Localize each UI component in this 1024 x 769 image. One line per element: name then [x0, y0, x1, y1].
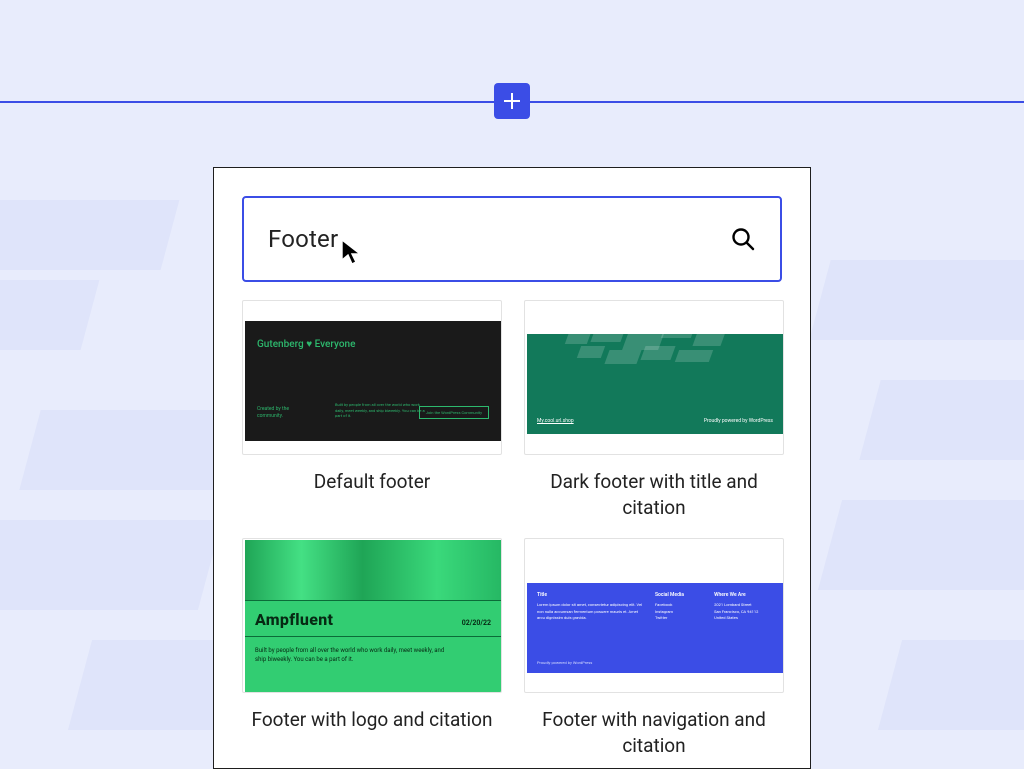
thumb-button: Join the WordPress Community: [419, 406, 489, 419]
thumb-desc: Built by people from all over the world …: [335, 402, 425, 419]
pattern-thumbnail: My.cool.url.shop Proudly powered by Word…: [524, 300, 784, 455]
thumb-col1-body: Lorem ipsum dolor sit amet, consectetur …: [537, 602, 645, 621]
pattern-card-default-footer[interactable]: Gutenberg ♥ Everyone Created by the comm…: [242, 300, 502, 520]
thumb-col3-heading: Where We Are: [714, 591, 773, 599]
thumb-col2-heading: Social Media: [655, 591, 704, 599]
pattern-card-label: Dark footer with title and citation: [524, 469, 784, 520]
pattern-card-nav-footer[interactable]: Title Lorem ipsum dolor sit amet, consec…: [524, 538, 784, 758]
search-input-value: Footer: [268, 225, 338, 253]
thumb-left-text: My.cool.url.shop: [537, 418, 574, 424]
pattern-thumbnail: Title Lorem ipsum dolor sit amet, consec…: [524, 538, 784, 693]
thumb-right-text: Proudly powered by WordPress: [704, 418, 773, 424]
pattern-card-dark-footer[interactable]: My.cool.url.shop Proudly powered by Word…: [524, 300, 784, 520]
thumb-bottom-text: Proudly powered by WordPress: [537, 660, 592, 665]
thumb-col1-heading: Title: [537, 591, 645, 599]
pattern-thumbnail: Ampfluent 02/20/22 Built by people from …: [242, 538, 502, 693]
add-block-button[interactable]: [494, 83, 530, 119]
plus-icon: [502, 91, 522, 111]
pattern-card-label: Footer with logo and citation: [252, 707, 493, 733]
thumb-title: Gutenberg ♥ Everyone: [257, 339, 489, 350]
pattern-thumbnail: Gutenberg ♥ Everyone Created by the comm…: [242, 300, 502, 455]
thumb-col3-items: 2021 Lombard Street San Francisco, CA 94…: [714, 602, 773, 621]
thumb-date: 02/20/22: [462, 619, 491, 627]
thumb-created-by: Created by the community.: [257, 406, 297, 419]
thumb-brand: Ampfluent: [255, 610, 333, 629]
pattern-card-label: Footer with navigation and citation: [524, 707, 784, 758]
thumb-desc: Built by people from all over the world …: [255, 646, 455, 664]
thumb-col2-items: Facebook Instagram Twitter: [655, 602, 704, 621]
pattern-card-label: Default footer: [314, 469, 431, 495]
block-inserter-panel: Footer Gutenberg ♥ Everyone Created by t…: [213, 167, 811, 769]
search-icon: [730, 226, 756, 252]
pattern-search-input[interactable]: Footer: [242, 196, 782, 282]
pattern-results-grid: Gutenberg ♥ Everyone Created by the comm…: [242, 300, 782, 759]
pattern-card-logo-footer[interactable]: Ampfluent 02/20/22 Built by people from …: [242, 538, 502, 758]
